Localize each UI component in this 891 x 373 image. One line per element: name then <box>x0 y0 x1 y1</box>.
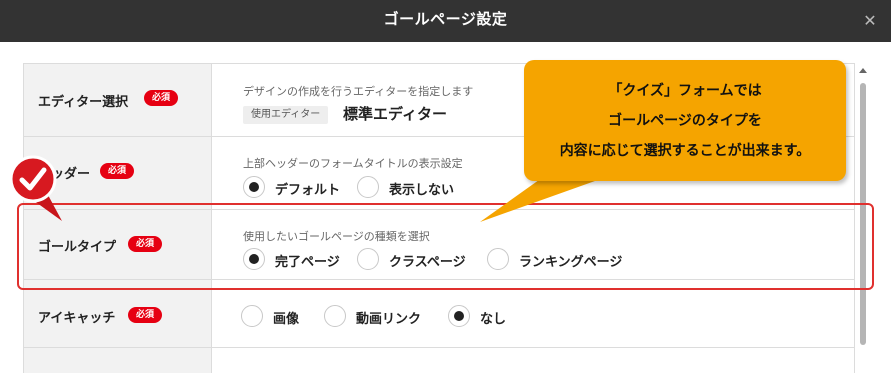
required-badge: 必須 <box>100 163 134 179</box>
scroll-up-arrow-icon[interactable] <box>859 68 867 73</box>
eyecatch-radio-none[interactable] <box>448 305 470 327</box>
editor-tag: 使用エディター <box>243 106 329 124</box>
row-label-cell: エディター選択 必須 <box>24 64 212 136</box>
row-label-cell: アイキャッチ 必須 <box>24 280 212 347</box>
callout-line: 「クイズ」フォームでは <box>608 83 762 99</box>
eyecatch-option-label: なし <box>480 312 507 327</box>
dialog-titlebar: ゴールページ設定 ✕ <box>0 0 891 42</box>
eyecatch-option-label: 動画リンク <box>356 312 422 327</box>
goal-type-highlight-box <box>17 203 874 290</box>
required-badge: 必須 <box>128 307 162 323</box>
required-badge: 必須 <box>144 90 178 106</box>
eyecatch-radio-image[interactable] <box>241 305 263 327</box>
callout-line: 内容に応じて選択することが出来ます。 <box>559 143 811 159</box>
callout-line: ゴールページのタイプを <box>608 113 762 129</box>
header-radio-default[interactable] <box>243 176 265 198</box>
eyecatch-label: アイキャッチ <box>38 311 116 326</box>
callout-bubble: 「クイズ」フォームでは ゴールページのタイプを 内容に応じて選択することが出来ま… <box>524 60 846 181</box>
header-option-label: デフォルト <box>275 183 341 198</box>
checkmark-icon <box>9 155 62 221</box>
row-label-cell <box>24 348 212 373</box>
close-icon[interactable]: ✕ <box>859 10 881 32</box>
header-radio-hide[interactable] <box>357 176 379 198</box>
row-eyecatch: アイキャッチ 必須 画像 動画リンク なし <box>24 280 854 348</box>
header-option-label: 表示しない <box>389 183 455 198</box>
header-description: 上部ヘッダーのフォームタイトルの表示設定 <box>243 157 463 170</box>
dialog-title: ゴールページ設定 <box>383 10 508 28</box>
row-next <box>24 348 854 373</box>
eyecatch-option-label: 画像 <box>273 312 300 327</box>
editor-value: 標準エディター <box>343 105 447 123</box>
eyecatch-radio-video[interactable] <box>324 305 346 327</box>
editor-label: エディター選択 <box>38 95 129 110</box>
editor-description: デザインの作成を行うエディターを指定します <box>243 85 474 98</box>
